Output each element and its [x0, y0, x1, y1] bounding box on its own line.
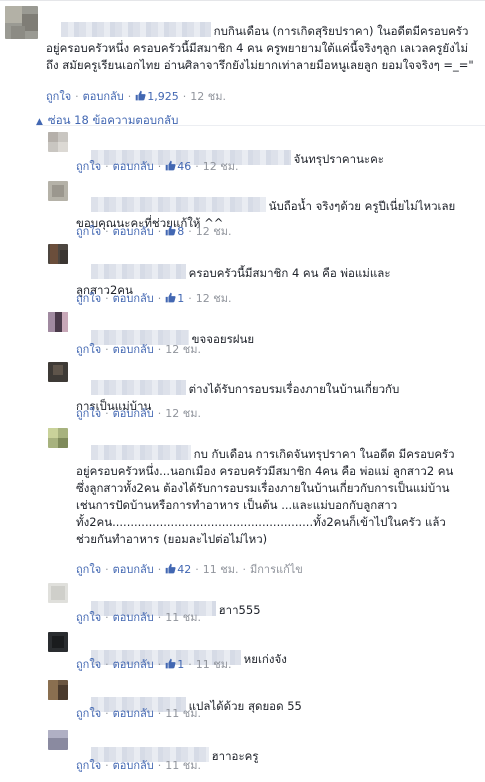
reply-link[interactable]: ตอบกลับ — [83, 90, 124, 103]
reply-link[interactable]: ตอบกลับ — [113, 292, 154, 305]
comment-actions: ถูกใจ · ตอบกลับ · 12 ชม. — [76, 407, 201, 420]
reply-link[interactable]: ตอบกลับ — [113, 407, 154, 420]
reply-link[interactable]: ตอบกลับ — [113, 658, 154, 671]
like-link[interactable]: ถูกใจ — [76, 292, 101, 305]
thumbs-up-icon — [165, 292, 176, 303]
avatar[interactable] — [48, 730, 68, 750]
reply-link[interactable]: ตอบกลับ — [113, 707, 154, 720]
like-link[interactable]: ถูกใจ — [76, 707, 101, 720]
like-count[interactable]: 1 — [165, 292, 184, 305]
reply-link[interactable]: ตอบกลับ — [113, 343, 154, 356]
avatar[interactable] — [5, 6, 38, 39]
like-link[interactable]: ถูกใจ — [76, 611, 101, 624]
reply-comment: กบ กับเดือน การเกิดจันทรุปราคา ในอดีต มี… — [0, 426, 485, 576]
like-count[interactable]: 1 — [165, 658, 184, 671]
thumbs-up-icon — [165, 563, 176, 574]
timestamp[interactable]: 12 ชม. — [190, 90, 226, 103]
comment-actions: ถูกใจ · ตอบกลับ · 11 ชม. — [76, 611, 201, 624]
thumbs-up-icon — [165, 160, 176, 171]
reply-link[interactable]: ตอบกลับ — [113, 225, 154, 238]
comment-actions: ถูกใจ · ตอบกลับ · 12 ชม. — [76, 343, 201, 356]
comment-actions: ถูกใจ · ตอบกลับ · 1 · 11 ชม. — [76, 658, 232, 671]
author-name[interactable] — [90, 445, 191, 460]
like-link[interactable]: ถูกใจ — [76, 160, 101, 173]
avatar[interactable] — [48, 244, 68, 264]
timestamp[interactable]: 12 ชม. — [196, 292, 232, 305]
comment-text: กบ กับเดือน การเกิดจันทรุปราคา ในอดีต มี… — [76, 445, 459, 546]
timestamp[interactable]: 11 ชม. — [165, 759, 201, 772]
timestamp[interactable]: 12 ชม. — [165, 407, 201, 420]
like-count[interactable]: 46 — [165, 160, 191, 173]
like-link[interactable]: ถูกใจ — [76, 225, 101, 238]
avatar[interactable] — [48, 583, 68, 603]
comment-actions: ถูกใจ · ตอบกลับ · 42 · 11 ชม. · มีการแก้ไข — [76, 563, 303, 576]
reply-comment: หยเก่งจัง ถูกใจ · ตอบกลับ · 1 · 11 ชม. — [0, 630, 485, 678]
reply-comment: นับถือน้ำ จริงๆด้วย ครูปีเนี่ยไม่ไหวเลย … — [0, 179, 485, 239]
reply-comment: ต่างได้รับการอบรมเรื่องภายในบ้านเกี่ยวกั… — [0, 360, 485, 424]
like-count[interactable]: 1,925 — [135, 90, 179, 103]
thumbs-up-icon — [165, 658, 176, 669]
comment-actions: ถูกใจ · ตอบกลับ · 1 · 12 ชม. — [76, 292, 232, 305]
comment-text: กบกินเดือน (การเกิดสุริยปราคา) ในอดีตมีค… — [46, 22, 474, 72]
reply-link[interactable]: ตอบกลับ — [113, 611, 154, 624]
reply-comment: ฮาา555 ถูกใจ · ตอบกลับ · 11 ชม. — [0, 581, 485, 629]
timestamp[interactable]: 11 ชม. — [196, 658, 232, 671]
avatar[interactable] — [48, 428, 68, 448]
main-comment: กบกินเดือน (การเกิดสุริยปราคา) ในอดีตมีค… — [0, 0, 485, 108]
thumbs-up-icon — [165, 225, 176, 236]
avatar[interactable] — [48, 362, 68, 382]
author-name[interactable] — [90, 197, 266, 212]
reply-divider — [40, 125, 485, 126]
author-name[interactable] — [90, 380, 186, 395]
reply-comment: ขจจอยรฝนย ถูกใจ · ตอบกลับ · 12 ชม. — [0, 310, 485, 358]
like-count[interactable]: 8 — [165, 225, 184, 238]
avatar[interactable] — [48, 181, 68, 201]
comment-actions: ถูกใจ · ตอบกลับ · 11 ชม. — [76, 759, 201, 772]
reply-link[interactable]: ตอบกลับ — [113, 160, 154, 173]
reply-link[interactable]: ตอบกลับ — [113, 759, 154, 772]
timestamp[interactable]: 12 ชม. — [165, 343, 201, 356]
like-count[interactable]: 42 — [165, 563, 191, 576]
timestamp[interactable]: 12 ชม. — [203, 160, 239, 173]
like-link[interactable]: ถูกใจ — [76, 563, 101, 576]
reply-comment: แปลได้ด้วย สุดยอด 55 ถูกใจ · ตอบกลับ · 11 ชม… — [0, 680, 485, 726]
like-link[interactable]: ถูกใจ — [46, 90, 71, 103]
comment-actions: ถูกใจ · ตอบกลับ · 8 · 12 ชม. — [76, 225, 232, 238]
hide-replies-link[interactable]: ▲ ซ่อน 18 ข้อความตอบกลับ — [36, 112, 178, 130]
comment-actions: ถูกใจ · ตอบกลับ · 1,925 · 12 ชม. — [46, 90, 226, 103]
timestamp[interactable]: 11 ชม. — [165, 611, 201, 624]
reply-comment: ฮาาอะครู ถูกใจ · ตอบกลับ · 11 ชม. — [0, 728, 485, 776]
timestamp[interactable]: 11 ชม. — [203, 563, 239, 576]
reply-comment: ครอบครัวนี้มีสมาชิก 4 คน คือ พ่อแม่และลู… — [0, 242, 485, 306]
timestamp[interactable]: 11 ชม. — [165, 707, 201, 720]
author-name[interactable] — [60, 22, 211, 37]
like-link[interactable]: ถูกใจ — [76, 658, 101, 671]
thumbs-up-icon — [135, 90, 146, 101]
avatar[interactable] — [48, 632, 68, 652]
like-link[interactable]: ถูกใจ — [76, 759, 101, 772]
author-name[interactable] — [90, 264, 186, 279]
comment-actions: ถูกใจ · ตอบกลับ · 46 · 12 ชม. — [76, 160, 239, 173]
like-link[interactable]: ถูกใจ — [76, 343, 101, 356]
avatar[interactable] — [48, 132, 68, 152]
reply-comment: จันทรุปราคานะคะ ถูกใจ · ตอบกลับ · 46 · 12 ชม. — [0, 130, 485, 178]
edited-label[interactable]: มีการแก้ไข — [250, 563, 303, 576]
like-link[interactable]: ถูกใจ — [76, 407, 101, 420]
avatar[interactable] — [48, 312, 68, 332]
reply-link[interactable]: ตอบกลับ — [113, 563, 154, 576]
timestamp[interactable]: 12 ชม. — [196, 225, 232, 238]
comment-actions: ถูกใจ · ตอบกลับ · 11 ชม. — [76, 707, 201, 720]
avatar[interactable] — [48, 680, 68, 700]
